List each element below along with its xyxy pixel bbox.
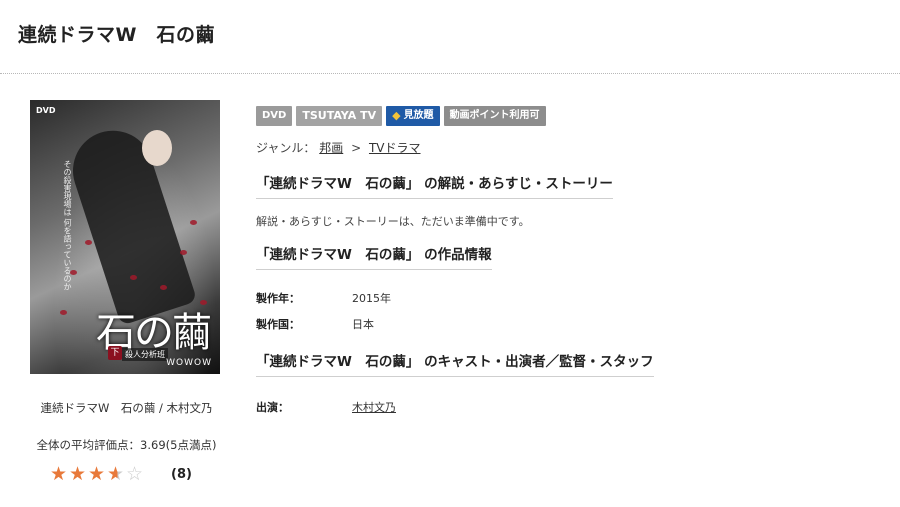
page-title: 連続ドラマW 石の繭 (18, 24, 215, 46)
cover-petal (190, 220, 197, 225)
tsutaya-tv-badge: TSUTAYA TV (296, 106, 383, 126)
star-icon: ★ (69, 463, 87, 485)
breadcrumb-separator: > (351, 141, 362, 155)
year-value: 2015年 (352, 292, 391, 305)
genre-link-main[interactable]: 邦画 (319, 141, 343, 155)
cover-image[interactable]: DVD その殺害現場は 何を語っているのか 石の繭 下 殺人分析班 WOWOW (30, 100, 220, 374)
genre-label: ジャンル： (256, 141, 316, 155)
item-caption: 連続ドラマW 石の繭 / 木村文乃 (40, 401, 213, 415)
cover-tagline: その殺害現場は 何を語っているのか (63, 160, 72, 291)
cover-petal (60, 310, 67, 315)
cover-petal (70, 270, 77, 275)
points-badge: 動画ポイント利用可 (443, 106, 546, 126)
cover-petal (130, 275, 137, 280)
cast-label: 出演： (256, 401, 289, 414)
country-value: 日本 (352, 318, 374, 331)
star-icon: ★ (88, 463, 106, 485)
cover-brand: WOWOW (166, 358, 212, 368)
star-empty-icon: ☆ (126, 463, 144, 485)
cover-petal (85, 240, 92, 245)
cover-petal (180, 250, 187, 255)
cast-link[interactable]: 木村文乃 (352, 401, 396, 414)
star-half-icon: ★ (107, 463, 125, 485)
star-icon: ★ (50, 463, 68, 485)
review-count-link[interactable]: (8) (171, 467, 192, 482)
cover-dvd-mark: DVD (36, 106, 56, 115)
availability-badges: DVD TSUTAYA TV ◆ 見放題 動画ポイント利用可 (256, 106, 676, 126)
cover-volume: 下 (108, 346, 122, 360)
title-divider (0, 73, 900, 74)
cover-figure (62, 120, 198, 326)
diamond-icon: ◆ (392, 109, 401, 122)
cast-heading: 「連続ドラマW 石の繭」 のキャスト・出演者／監督・スタッフ (256, 350, 654, 377)
dvd-badge: DVD (256, 106, 293, 126)
item-details: DVD TSUTAYA TV ◆ 見放題 動画ポイント利用可 ジャンル： 邦画 … (256, 106, 676, 415)
mihoudai-badge: ◆ 見放題 (386, 106, 440, 126)
cover-face (142, 130, 172, 166)
year-label: 製作年： (256, 292, 300, 305)
country-label: 製作国： (256, 318, 300, 331)
genre-link-sub[interactable]: TVドラマ (369, 141, 421, 155)
mihoudai-label: 見放題 (403, 110, 434, 121)
cover-subtitle: 殺人分析班 (122, 348, 168, 361)
genre-breadcrumb: ジャンル： 邦画 > TVドラマ (256, 139, 676, 156)
story-heading: 「連続ドラマW 石の繭」 の解説・あらすじ・ストーリー (256, 172, 613, 199)
average-rating-text: 全体の平均評価点：3.69(5点満点) (36, 438, 217, 452)
info-heading: 「連続ドラマW 石の繭」 の作品情報 (256, 243, 492, 270)
cast-row: 出演： 木村文乃 (256, 399, 676, 415)
country-row: 製作国： 日本 (256, 316, 676, 332)
star-rating: ★ ★ ★ ★ ☆ (8) (50, 464, 192, 484)
cover-petal (160, 285, 167, 290)
year-row: 製作年： 2015年 (256, 290, 676, 306)
story-text: 解説・あらすじ・ストーリーは、ただいま準備中です。 (256, 215, 530, 228)
